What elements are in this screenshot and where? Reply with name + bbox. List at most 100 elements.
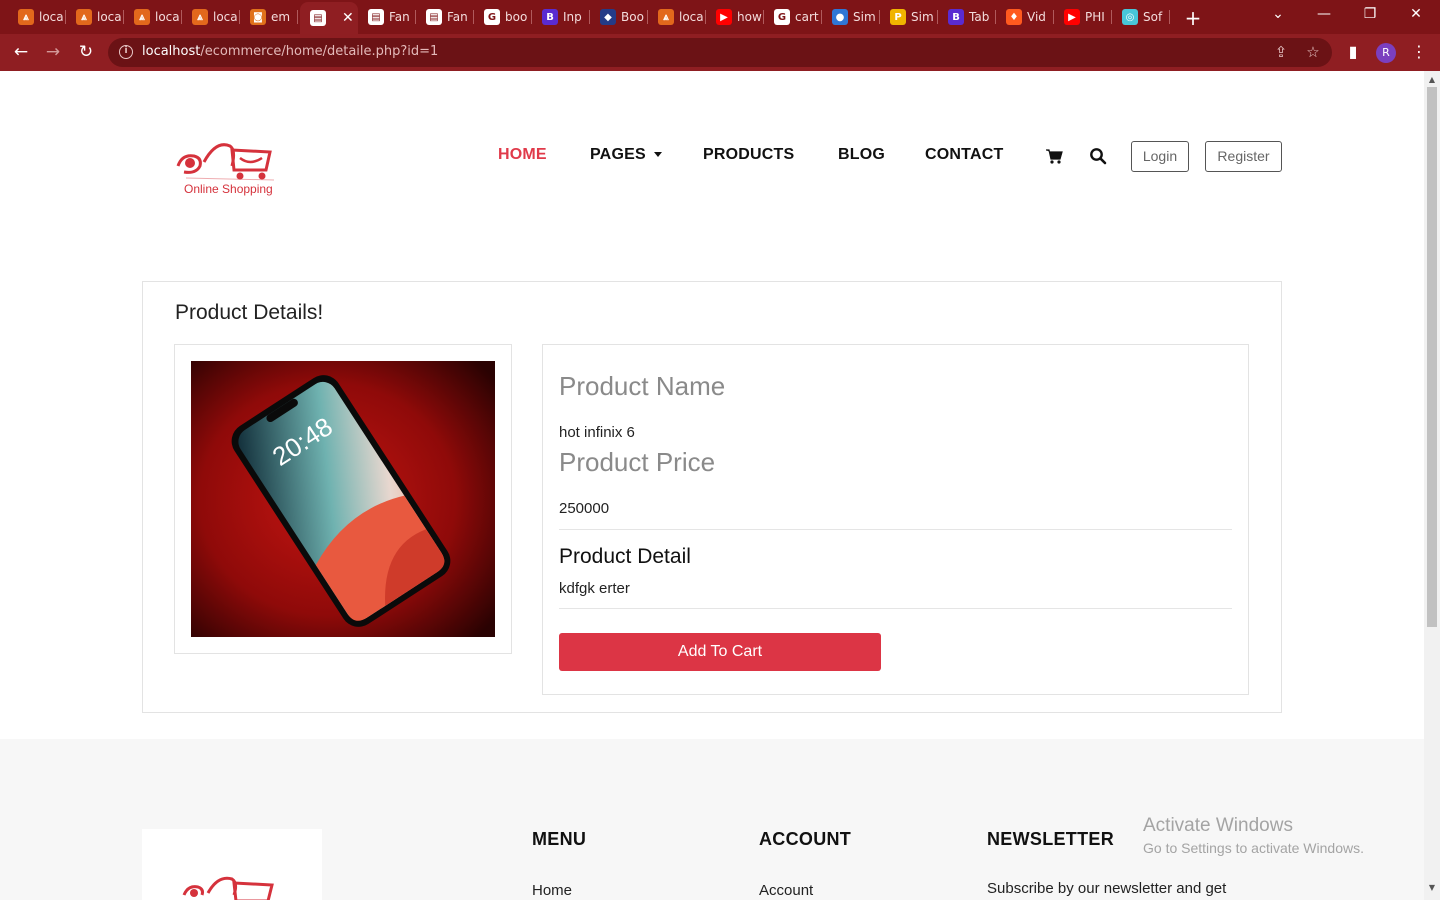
tab-separator	[1169, 10, 1170, 24]
browser-tab-label: loca	[97, 10, 122, 24]
footer-account-heading: ACCOUNT	[759, 829, 852, 849]
google-icon: G	[774, 9, 790, 25]
nav-home[interactable]: HOME	[498, 146, 547, 164]
bootstrap-icon: B	[948, 9, 964, 25]
back-arrow-icon[interactable]: ←	[10, 42, 32, 62]
site-logo[interactable]: Online Shopping	[170, 136, 280, 201]
site-icon: ▤	[426, 9, 442, 25]
more-menu-icon[interactable]: ⋮	[1408, 42, 1430, 61]
site-icon: ▤	[368, 9, 384, 25]
product-detail-label: Product Detail	[559, 545, 691, 568]
browser-tab-label: loca	[213, 10, 238, 24]
scrollbar-thumb[interactable]	[1427, 87, 1437, 627]
logo-text: Online Shopping	[184, 182, 273, 196]
browser-tab[interactable]: B Tab	[938, 4, 996, 30]
cart-icon[interactable]	[1045, 147, 1063, 165]
product-price-label: Product Price	[559, 447, 716, 477]
scroll-down-arrow-icon[interactable]: ▼	[1424, 883, 1440, 892]
forward-arrow-icon[interactable]: →	[42, 42, 64, 62]
browser-tab-label: loca	[155, 10, 180, 24]
xampp-icon: ⩓	[192, 9, 208, 25]
product-name-label: Product Name	[559, 371, 726, 401]
browser-tab[interactable]: ◎ Sof	[1112, 4, 1170, 30]
browser-tab[interactable]: ▤ ✕	[300, 2, 358, 34]
product-name-value: hot infinix 6	[559, 424, 635, 441]
browser-tab[interactable]: B Inp	[532, 4, 590, 30]
tab-search-icon[interactable]: ⌄	[1268, 6, 1288, 22]
page-scrollbar[interactable]: ▲ ▼	[1424, 71, 1440, 900]
browser-tab[interactable]: ⩓ loca	[8, 4, 66, 30]
flame-icon: ♦	[1006, 9, 1022, 25]
browser-tab-label: Tab	[969, 10, 990, 24]
footer-link-home[interactable]: Home	[532, 882, 572, 899]
browser-tab[interactable]: ♦ Vid	[996, 4, 1054, 30]
search-icon[interactable]	[1089, 147, 1107, 165]
close-tab-icon[interactable]: ✕	[342, 10, 354, 26]
p-icon: P	[890, 9, 906, 25]
browser-tab[interactable]: ⩓ loca	[66, 4, 124, 30]
youtube-icon: ▶	[716, 9, 732, 25]
browser-tab[interactable]: ⩓ loca	[182, 4, 240, 30]
browser-tab[interactable]: ▶ how	[706, 4, 764, 30]
xampp-icon: ⩓	[76, 9, 92, 25]
browser-tab[interactable]: ▤ Fan	[416, 4, 474, 30]
divider	[559, 529, 1232, 530]
nav-pages-label: PAGES	[590, 146, 646, 163]
product-price-value: 250000	[559, 500, 610, 517]
browser-tab-label: Inp	[563, 10, 582, 24]
register-button[interactable]: Register	[1205, 141, 1282, 172]
add-to-cart-button[interactable]: Add To Cart	[559, 633, 881, 671]
share-icon[interactable]: ⇪	[1272, 43, 1290, 61]
browser-tab-label: loca	[679, 10, 704, 24]
watermark-title: Activate Windows	[1143, 815, 1293, 836]
browser-tab-label: boo	[505, 10, 528, 24]
nav-contact[interactable]: CONTACT	[925, 146, 1003, 164]
browser-tab[interactable]: ● Sim	[822, 4, 880, 30]
browser-tab-label: loca	[39, 10, 64, 24]
login-button[interactable]: Login	[1131, 141, 1189, 172]
minimize-button[interactable]: —	[1314, 6, 1334, 22]
xampp-icon: ⩓	[134, 9, 150, 25]
app-icon: ◙	[250, 9, 266, 25]
nav-products[interactable]: PRODUCTS	[703, 146, 794, 164]
xampp-icon: ⩓	[18, 9, 34, 25]
nav-blog[interactable]: BLOG	[838, 146, 885, 164]
nav-pages[interactable]: PAGES	[590, 146, 662, 164]
browser-tab[interactable]: ▤ Fan	[358, 4, 416, 30]
restore-button[interactable]: ❐	[1360, 6, 1380, 22]
address-bar[interactable]: i localhost/ecommerce/home/detaile.php?i…	[108, 38, 1332, 67]
bootstrap-icon: B	[542, 9, 558, 25]
browser-tab[interactable]: ◆ Boo	[590, 4, 648, 30]
activate-windows-watermark: Activate Windows Go to Settings to activ…	[1143, 815, 1364, 856]
browser-tab-label: em	[271, 10, 291, 24]
footer-link-account[interactable]: Account	[759, 882, 813, 899]
browser-tab-label: Sim	[911, 10, 934, 24]
browser-toolbar: ← → ↻ i localhost/ecommerce/home/detaile…	[0, 34, 1440, 71]
profile-avatar[interactable]: R	[1376, 43, 1396, 63]
page-viewport: Online Shopping HOME PAGES PRODUCTS BLOG…	[0, 71, 1424, 900]
reload-icon[interactable]: ↻	[75, 42, 97, 62]
browser-tab[interactable]: Gboo	[474, 4, 532, 30]
url-text[interactable]: localhost/ecommerce/home/detaile.php?id=…	[142, 44, 438, 59]
cart-logo-icon	[176, 143, 275, 181]
site-info-icon[interactable]: i	[119, 45, 133, 59]
browser-tab[interactable]: Gcart	[764, 4, 822, 30]
browser-tab[interactable]: ▶ PHI	[1054, 4, 1112, 30]
scroll-up-arrow-icon[interactable]: ▲	[1424, 75, 1440, 84]
footer-menu-heading: MENU	[532, 829, 587, 849]
browser-tab[interactable]: ⩓ loca	[648, 4, 706, 30]
browser-tab[interactable]: ⩓ loca	[124, 4, 182, 30]
browser-tab-label: Vid	[1027, 10, 1046, 24]
footer-logo[interactable]	[142, 829, 322, 900]
stack-icon: ◎	[1122, 9, 1138, 25]
browser-tab[interactable]: P Sim	[880, 4, 938, 30]
browser-tab-label: PHI	[1085, 10, 1105, 24]
side-panel-icon[interactable]: ▮	[1342, 42, 1364, 61]
footer-newsletter-heading: NEWSLETTER	[987, 829, 1114, 849]
browser-tab-label: Fan	[389, 10, 410, 24]
new-tab-button[interactable]: +	[1183, 6, 1203, 30]
close-window-button[interactable]: ✕	[1406, 6, 1426, 22]
xampp-icon: ⩓	[658, 9, 674, 25]
bookmark-star-icon[interactable]: ☆	[1304, 43, 1322, 61]
browser-tab[interactable]: ◙ em	[240, 4, 298, 30]
